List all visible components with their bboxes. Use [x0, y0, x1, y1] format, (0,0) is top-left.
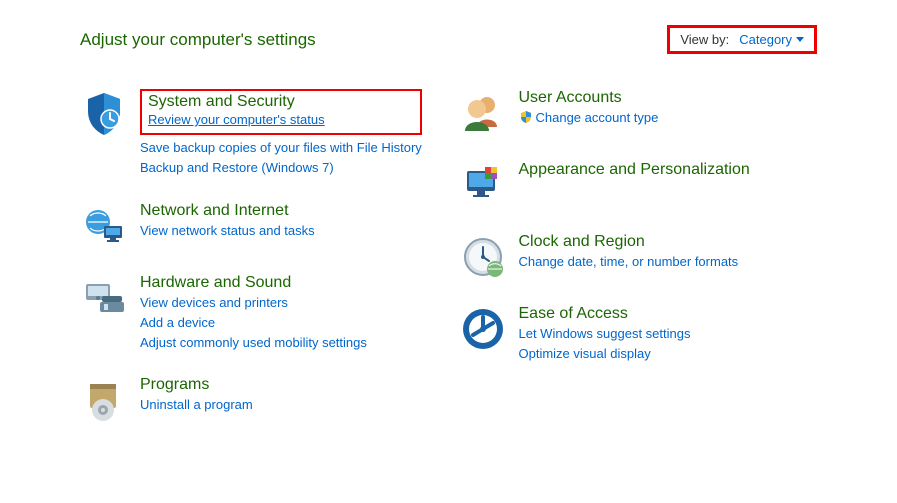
change-account-type-text: Change account type	[536, 110, 659, 125]
user-accounts-title[interactable]: User Accounts	[519, 89, 659, 107]
category-user-accounts: User Accounts Change account type	[459, 89, 818, 137]
review-status-link[interactable]: Review your computer's status	[148, 111, 414, 129]
category-hardware: Hardware and Sound View devices and prin…	[80, 274, 439, 353]
network-status-link[interactable]: View network status and tasks	[140, 222, 315, 240]
page-title: Adjust your computer's settings	[80, 30, 316, 50]
hardware-icon[interactable]	[80, 274, 128, 322]
ease-of-access-title[interactable]: Ease of Access	[519, 305, 691, 323]
category-system-security: System and Security Review your computer…	[80, 89, 439, 178]
devices-printers-link[interactable]: View devices and printers	[140, 294, 367, 312]
appearance-title[interactable]: Appearance and Personalization	[519, 161, 750, 179]
system-security-highlight: System and Security Review your computer…	[140, 89, 422, 135]
network-icon[interactable]	[80, 202, 128, 250]
clock-title[interactable]: Clock and Region	[519, 233, 739, 251]
category-network: Network and Internet View network status…	[80, 202, 439, 250]
suggest-settings-link[interactable]: Let Windows suggest settings	[519, 325, 691, 343]
add-device-link[interactable]: Add a device	[140, 314, 367, 332]
right-column: User Accounts Change account type	[459, 89, 818, 448]
appearance-icon[interactable]	[459, 161, 507, 209]
clock-icon[interactable]	[459, 233, 507, 281]
view-by-value-text: Category	[739, 32, 792, 47]
uninstall-link[interactable]: Uninstall a program	[140, 396, 253, 414]
programs-title[interactable]: Programs	[140, 376, 253, 394]
user-accounts-icon[interactable]	[459, 89, 507, 137]
view-by-highlight: View by: Category	[667, 25, 817, 54]
shield-icon[interactable]	[80, 89, 128, 137]
left-column: System and Security Review your computer…	[80, 89, 439, 448]
system-security-title[interactable]: System and Security	[148, 93, 414, 111]
view-by-dropdown[interactable]: Category	[739, 32, 804, 47]
category-programs: Programs Uninstall a program	[80, 376, 439, 424]
mobility-settings-link[interactable]: Adjust commonly used mobility settings	[140, 334, 367, 352]
optimize-display-link[interactable]: Optimize visual display	[519, 345, 691, 363]
network-title[interactable]: Network and Internet	[140, 202, 315, 220]
ease-of-access-icon[interactable]	[459, 305, 507, 353]
programs-icon[interactable]	[80, 376, 128, 424]
change-account-type-link[interactable]: Change account type	[519, 109, 659, 127]
date-time-formats-link[interactable]: Change date, time, or number formats	[519, 253, 739, 271]
category-appearance: Appearance and Personalization	[459, 161, 818, 209]
hardware-title[interactable]: Hardware and Sound	[140, 274, 367, 292]
uac-shield-icon	[519, 110, 533, 124]
category-clock: Clock and Region Change date, time, or n…	[459, 233, 818, 281]
file-history-link[interactable]: Save backup copies of your files with Fi…	[140, 139, 422, 157]
backup-restore-link[interactable]: Backup and Restore (Windows 7)	[140, 159, 422, 177]
view-by-label: View by:	[680, 32, 729, 47]
category-ease-of-access: Ease of Access Let Windows suggest setti…	[459, 305, 818, 363]
caret-down-icon	[796, 37, 804, 42]
